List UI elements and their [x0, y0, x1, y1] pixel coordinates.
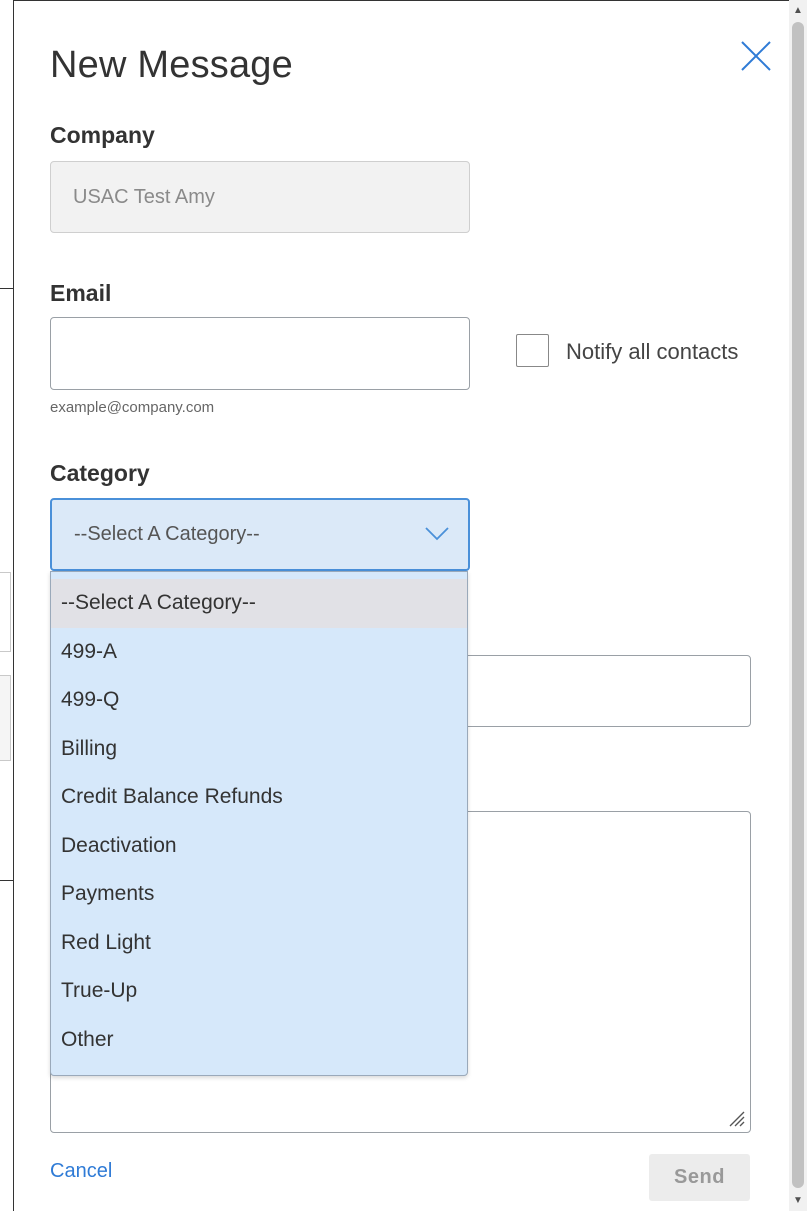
email-field[interactable]: [50, 317, 470, 390]
category-select[interactable]: --Select A Category--: [50, 498, 470, 571]
company-field: [50, 161, 470, 233]
scroll-up-icon[interactable]: ▲: [791, 4, 805, 18]
background-field-edge: [0, 675, 11, 761]
category-option[interactable]: 499-Q: [51, 676, 467, 725]
category-option[interactable]: Deactivation: [51, 822, 467, 871]
category-option[interactable]: Red Light: [51, 919, 467, 968]
notify-all-contacts-checkbox[interactable]: [516, 334, 549, 367]
company-label: Company: [50, 122, 155, 148]
close-icon[interactable]: [740, 40, 772, 72]
category-option[interactable]: Other: [51, 1016, 467, 1065]
category-option[interactable]: 499-A: [51, 628, 467, 677]
scrollbar-thumb[interactable]: [792, 22, 804, 1188]
category-option[interactable]: Billing: [51, 725, 467, 774]
category-label: Category: [50, 460, 150, 486]
email-label: Email: [50, 280, 112, 306]
email-helper-text: example@company.com: [50, 399, 215, 416]
background-divider: [0, 288, 13, 289]
notify-all-contacts-label[interactable]: Notify all contacts: [566, 339, 738, 365]
resize-grip-icon[interactable]: [726, 1108, 746, 1128]
screen: ▲ ▼ New Message Company Email example@co…: [0, 0, 807, 1211]
category-option[interactable]: --Select A Category--: [51, 579, 467, 628]
category-option[interactable]: True-Up: [51, 967, 467, 1016]
background-field-edge: [0, 572, 11, 652]
category-dropdown-list: --Select A Category-- 499-A 499-Q Billin…: [50, 571, 468, 1076]
category-selected-value: --Select A Category--: [74, 523, 260, 545]
background-divider: [0, 880, 13, 881]
send-button[interactable]: Send: [649, 1154, 750, 1201]
category-option[interactable]: Credit Balance Refunds: [51, 773, 467, 822]
modal-title: New Message: [50, 44, 293, 86]
chevron-down-icon: [425, 527, 449, 541]
cancel-button[interactable]: Cancel: [50, 1160, 112, 1183]
scroll-down-icon[interactable]: ▼: [791, 1194, 805, 1208]
category-option[interactable]: Payments: [51, 870, 467, 919]
